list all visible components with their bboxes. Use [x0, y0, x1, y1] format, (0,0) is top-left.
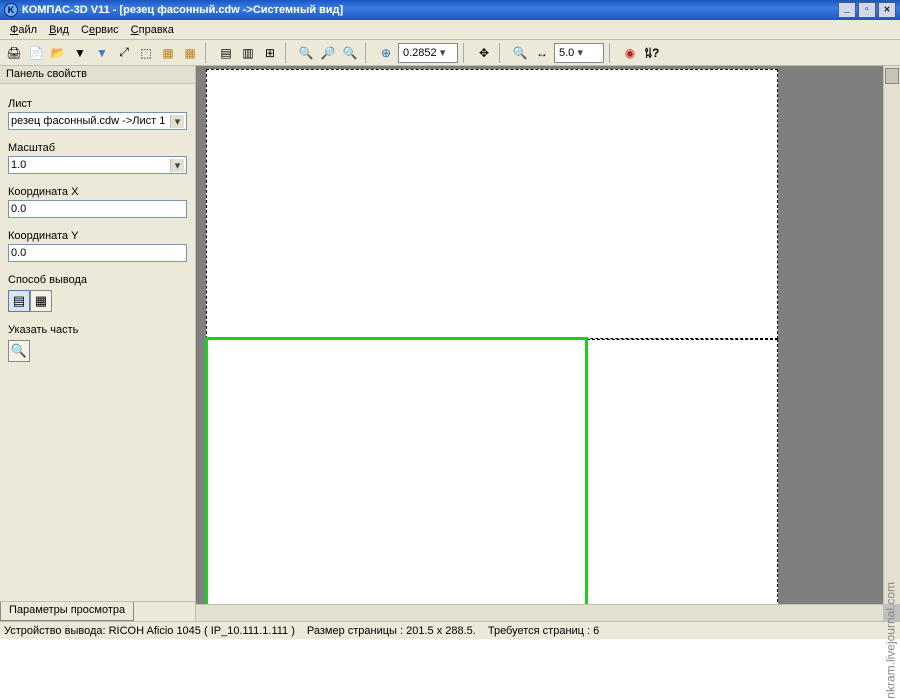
coordy-input[interactable]	[8, 244, 187, 262]
preview-canvas[interactable]: A Б-Б 6.3 A-A 1. ────────────	[196, 66, 883, 604]
panel-tab-bar: Параметры просмотра	[0, 601, 195, 621]
menu-file-label: айл	[18, 24, 37, 36]
minimize-button[interactable]: _	[838, 2, 856, 18]
sheet-select[interactable]: резец фасонный.cdw ->Лист 1 ▾	[8, 112, 187, 130]
filter-icon[interactable]: ▼	[70, 43, 90, 63]
svg-text:1. ────────────: 1. ────────────	[420, 495, 469, 501]
svg-text:Б-Б: Б-Б	[466, 357, 478, 364]
drawing-thumbnail: A Б-Б 6.3 A-A 1. ────────────	[214, 344, 580, 603]
status-pagesize: Размер страницы : 201.5 x 288.5.	[307, 625, 476, 637]
select-part-icon[interactable]: 🔍	[8, 340, 30, 362]
svg-text:2. ──────────────────: 2. ──────────────────	[420, 502, 490, 508]
chevron-down-icon: ▾	[574, 46, 586, 59]
measure-icon[interactable]: ↔	[532, 43, 552, 63]
tab-view-params[interactable]: Параметры просмотра	[0, 602, 134, 621]
scale-value: 1.0	[11, 159, 26, 171]
window-title: КОМПАС-3D V11 - [резец фасонный.cdw ->Си…	[22, 4, 343, 16]
search-icon[interactable]: 🔍	[510, 43, 530, 63]
layout1-icon[interactable]: ▤	[216, 43, 236, 63]
page-area-top	[206, 69, 778, 339]
layout3-icon[interactable]: ⊞	[260, 43, 280, 63]
app-icon: K	[4, 3, 18, 17]
title-bar: K КОМПАС-3D V11 - [резец фасонный.cdw ->…	[0, 0, 900, 20]
menu-file[interactable]: Файл	[4, 22, 43, 38]
context-help-icon[interactable]: 𖧈?	[642, 43, 662, 63]
status-bar: Устройство вывода: RICOH Aficio 1045 ( I…	[0, 621, 900, 639]
zoomin-icon[interactable]: 🔍	[296, 43, 316, 63]
print-icon[interactable]: 🖨	[4, 43, 24, 63]
zoomfit-icon[interactable]: ⤢	[114, 43, 134, 63]
scale-label: Масштаб	[8, 142, 187, 154]
toolbar-separator	[609, 43, 615, 63]
status-pages-needed: Требуется страниц : 6	[488, 625, 599, 637]
tile2-icon[interactable]: ▦	[180, 43, 200, 63]
zoom1-icon[interactable]: ⊕	[376, 43, 396, 63]
hand-icon[interactable]: ✥	[474, 43, 494, 63]
toolbar-separator	[463, 43, 469, 63]
output-mode-part-icon[interactable]: ▦	[30, 290, 52, 312]
chevron-down-icon: ▾	[170, 115, 184, 128]
menu-help[interactable]: Справка	[125, 22, 180, 38]
menu-bar: Файл Вид Сервис Справка	[0, 20, 900, 40]
zoom-actual-icon[interactable]: 🔍	[340, 43, 360, 63]
coordx-label: Координата X	[8, 186, 187, 198]
red-dot-icon[interactable]: ◉	[620, 43, 640, 63]
zoomsel-icon[interactable]: ⬚	[136, 43, 156, 63]
toolbar-separator	[205, 43, 211, 63]
watermark: nkram.livejournal.com	[884, 582, 898, 699]
sheet-value: резец фасонный.cdw ->Лист 1	[11, 115, 165, 127]
svg-text:6.3: 6.3	[540, 357, 550, 364]
toolbar: 🖨 📄 📂 ▼ ▼ ⤢ ⬚ ▦ ▦ ▤ ▥ ⊞ 🔍 🔎 🔍 ⊕ 0.2852 ▾…	[0, 40, 900, 66]
coordy-label: Координата Y	[8, 230, 187, 242]
coordx-input[interactable]	[8, 200, 187, 218]
funnel-icon[interactable]: ▼	[92, 43, 112, 63]
page-cell	[587, 339, 778, 607]
toolbar-separator	[499, 43, 505, 63]
chevron-down-icon: ▾	[170, 159, 184, 172]
close-inner-button[interactable]: ✕	[878, 2, 896, 18]
properties-panel: Панель свойств Лист резец фасонный.cdw -…	[0, 66, 196, 621]
toolbar-separator	[365, 43, 371, 63]
sheet-label: Лист	[8, 98, 187, 110]
output-label: Способ вывода	[8, 274, 187, 286]
scale-select[interactable]: 1.0 ▾	[8, 156, 187, 174]
preview-pane: A Б-Б 6.3 A-A 1. ────────────	[196, 66, 900, 621]
toolbar-separator	[285, 43, 291, 63]
distance-value: 5.0	[559, 47, 574, 59]
vertical-scrollbar[interactable]	[883, 66, 900, 604]
preview-icon[interactable]: 📄	[26, 43, 46, 63]
horizontal-scrollbar[interactable]	[196, 604, 883, 621]
layout2-icon[interactable]: ▥	[238, 43, 258, 63]
restore-inner-button[interactable]: ▫	[858, 2, 876, 18]
zoomout-icon[interactable]: 🔎	[318, 43, 338, 63]
svg-text:A: A	[409, 357, 414, 364]
svg-text:A-A: A-A	[512, 417, 524, 424]
menu-view[interactable]: Вид	[43, 22, 75, 38]
panel-body: Лист резец фасонный.cdw ->Лист 1 ▾ Масшт…	[0, 84, 195, 601]
chevron-down-icon: ▾	[437, 46, 449, 59]
part-label: Указать часть	[8, 324, 187, 336]
status-device: Устройство вывода: RICOH Aficio 1045 ( I…	[4, 625, 295, 637]
distance-combo[interactable]: 5.0 ▾	[554, 43, 604, 63]
panel-title: Панель свойств	[0, 66, 195, 84]
svg-text:3. ────────────────: 3. ────────────────	[420, 509, 483, 515]
output-mode-sheet-icon[interactable]: ▤	[8, 290, 30, 312]
open-icon[interactable]: 📂	[48, 43, 68, 63]
zoom-combo[interactable]: 0.2852 ▾	[398, 43, 458, 63]
tile-icon[interactable]: ▦	[158, 43, 178, 63]
svg-text:4. ──────────: 4. ──────────	[420, 516, 461, 522]
menu-service[interactable]: Сервис	[75, 22, 125, 38]
work-area: Панель свойств Лист резец фасонный.cdw -…	[0, 66, 900, 621]
zoom-value: 0.2852	[403, 47, 437, 59]
